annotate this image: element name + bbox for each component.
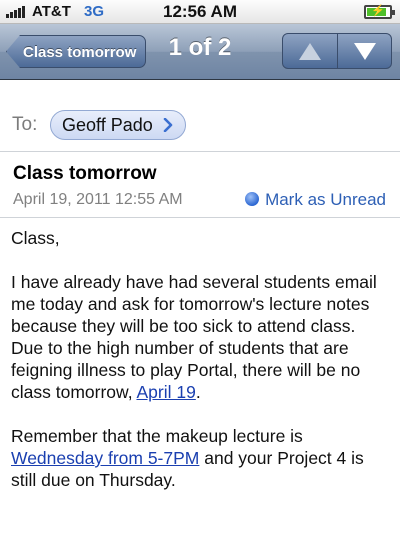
email-date: April 19, 2011 12:55 AM: [13, 191, 183, 208]
status-bar: AT&T 3G 12:56 AM ⚡: [0, 0, 400, 24]
battery-icon: ⚡: [364, 5, 395, 19]
header-divider: [0, 217, 400, 218]
to-label: To:: [12, 114, 38, 135]
recipient-row: To: Geoff Pado: [0, 96, 400, 152]
up-arrow-icon: [299, 43, 321, 60]
event-link[interactable]: Wednesday from 5-7PM: [11, 448, 199, 468]
paragraph-text: Remember that the makeup lecture is: [11, 426, 303, 446]
unread-dot-icon: [245, 192, 260, 206]
email-body: Class, I have already have had several s…: [11, 227, 391, 513]
previous-message-button[interactable]: [283, 34, 338, 68]
mark-as-unread-label: Mark as Unread: [265, 190, 386, 209]
next-message-button[interactable]: [338, 34, 391, 68]
chevron-right-icon: [163, 118, 173, 132]
mark-as-unread-button[interactable]: Mark as Unread: [245, 190, 386, 210]
down-arrow-icon: [354, 43, 376, 60]
message-counter: 1 of 2: [168, 34, 232, 61]
navigation-bar: Class tomorrow 1 of 2: [0, 24, 400, 80]
date-link[interactable]: April 19: [136, 382, 195, 402]
email-paragraph: Remember that the makeup lecture is Wedn…: [11, 425, 391, 491]
recipient-chip[interactable]: Geoff Pado: [50, 110, 186, 140]
status-time: 12:56 AM: [162, 2, 237, 21]
back-button[interactable]: Class tomorrow: [6, 35, 146, 68]
message-navigation: [282, 33, 392, 69]
email-greeting: Class,: [11, 228, 60, 248]
email-paragraph: I have already have had several students…: [11, 271, 391, 403]
recipient-name: Geoff Pado: [62, 115, 153, 135]
paragraph-text: .: [195, 382, 201, 402]
email-subject: Class tomorrow: [13, 163, 157, 184]
